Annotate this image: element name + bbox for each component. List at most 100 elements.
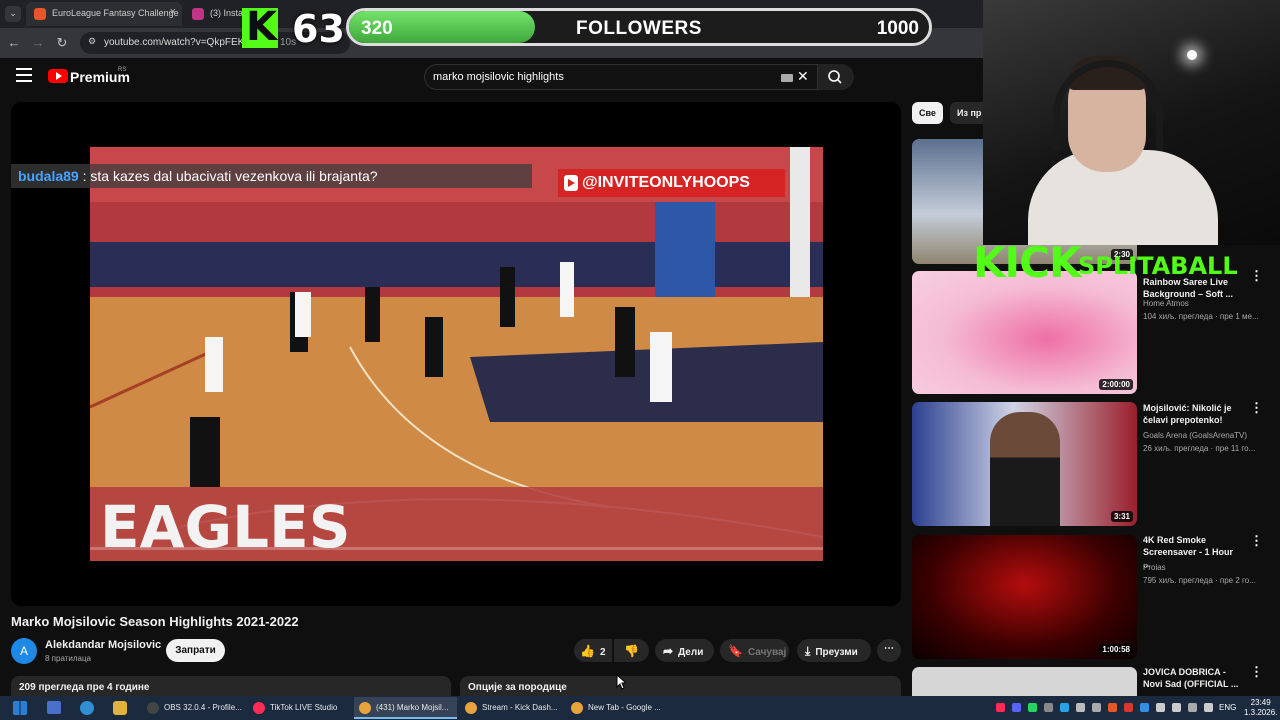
recommendation-meta: 104 хиљ. прегледа · пре 1 ме...	[1143, 312, 1259, 321]
more-vert-icon[interactable]: ⋮	[1250, 664, 1263, 680]
kick-logo: K	[246, 4, 277, 50]
more-vert-icon[interactable]: ⋮	[1250, 400, 1263, 416]
recommendation-thumbnail[interactable]: 1:00:58	[912, 535, 1137, 659]
recommendation-thumbnail[interactable]: 3:31	[912, 402, 1137, 526]
back-icon[interactable]: ←	[6, 35, 22, 50]
channel-name[interactable]: Alekdandar Mojsilovic	[45, 639, 161, 651]
battery-icon[interactable]	[1204, 703, 1213, 712]
tiktok-tray-icon[interactable]	[996, 703, 1005, 712]
taskbar-app-chrome-kick[interactable]: Stream - Kick Dash...	[460, 697, 563, 719]
windows-logo-icon	[13, 701, 27, 715]
clock[interactable]: 23:49 1.3.2026.	[1244, 698, 1277, 718]
explorer-icon[interactable]	[47, 701, 61, 714]
steam-tray-icon[interactable]	[1044, 703, 1053, 712]
chrome-icon	[359, 702, 371, 714]
close-icon[interactable]: ×	[170, 6, 176, 18]
more-vert-icon[interactable]: ⋮	[1250, 533, 1263, 549]
followers-current: 320	[361, 18, 393, 39]
discord-tray-icon[interactable]	[1012, 703, 1021, 712]
channel-avatar[interactable]: A	[11, 638, 37, 664]
share-button[interactable]: ➦ Дели	[655, 639, 714, 662]
family-options-box[interactable]: Опције за породице	[460, 676, 901, 696]
video-frame[interactable]: EAGLES	[90, 147, 823, 561]
video-duration: 2:00:00	[1099, 379, 1133, 390]
mouse-cursor-icon	[616, 674, 626, 690]
kick-viewer-count: 63	[292, 7, 345, 51]
filter-chips: Све Из пр	[912, 102, 989, 126]
like-button[interactable]: 👍 2	[574, 639, 612, 662]
search-input[interactable]	[433, 71, 763, 83]
ceiling-light	[1187, 50, 1197, 60]
recommendation-channel[interactable]: Proias	[1143, 563, 1166, 572]
keyboard-icon[interactable]	[781, 74, 793, 82]
settings-tray-icon[interactable]	[1092, 703, 1101, 712]
browser-tab[interactable]: EuroLeague Fantasy Challenge ×	[26, 2, 182, 26]
bluetooth-tray-icon[interactable]	[1140, 703, 1149, 712]
search-button[interactable]	[818, 64, 854, 90]
more-actions-button[interactable]: ⋯	[877, 639, 901, 662]
recommendation-meta: 795 хиљ. прегледа · пре 2 го...	[1143, 576, 1256, 585]
site-info-icon[interactable]: ⚙	[88, 36, 96, 47]
taskbar-app-chrome-youtube[interactable]: (431) Marko Mojsil...	[354, 697, 457, 719]
video-duration: 3:31	[1110, 511, 1133, 522]
youtube-header: Premium RS ✕	[0, 58, 983, 98]
tiktok-icon	[253, 702, 265, 714]
obs-icon	[147, 702, 159, 714]
search-box: ✕	[424, 64, 818, 90]
volume-icon[interactable]	[1172, 703, 1181, 712]
hamburger-menu-icon[interactable]	[16, 68, 32, 82]
video-player[interactable]: EAGLES budala89 : sta kazes dal ubacivat…	[11, 102, 901, 606]
reload-icon[interactable]: ↻	[54, 35, 70, 51]
subscribe-button[interactable]: Запрати	[166, 639, 225, 662]
recommendation-channel[interactable]: Home Atmos	[1143, 299, 1189, 308]
taskbar-app-label: TikTok LIVE Studio	[270, 703, 338, 712]
forward-icon[interactable]: →	[30, 35, 46, 50]
taskbar-app-obs[interactable]: OBS 32.0.4 - Profile...	[142, 697, 245, 719]
region-code: RS	[118, 67, 127, 73]
windows-taskbar: OBS 32.0.4 - Profile... TikTok LIVE Stud…	[0, 696, 1280, 720]
input-language[interactable]: ENG	[1219, 703, 1236, 712]
recommendation-title[interactable]: JOVICA DOBRICA - Novi Sad (OFFICIAL ...	[1143, 666, 1243, 690]
app-tray-icon[interactable]	[1124, 703, 1133, 712]
browser-tab[interactable]: (3) Instagr	[184, 2, 242, 26]
chevron-down-icon: ⌄	[9, 8, 17, 18]
edge-icon[interactable]	[80, 701, 94, 715]
save-button[interactable]: 🔖 Сачувај	[720, 639, 789, 662]
chip-all[interactable]: Све	[912, 102, 943, 124]
chrome-icon	[571, 702, 583, 714]
more-vert-icon[interactable]: ⋮	[1250, 268, 1263, 284]
youtube-logo-icon[interactable]	[48, 69, 68, 83]
keyboard-tray-icon[interactable]	[1188, 703, 1197, 712]
taskbar-app-label: Stream - Kick Dash...	[482, 703, 558, 712]
network-tray-icon[interactable]	[1156, 703, 1165, 712]
dislike-button[interactable]: 👎	[614, 639, 649, 662]
taskbar-app-tiktok[interactable]: TikTok LIVE Studio	[248, 697, 351, 719]
press-conference-figure	[990, 412, 1060, 526]
taskbar-app-chrome-newtab[interactable]: New Tab - Google ...	[566, 697, 669, 719]
download-icon: ⤓	[805, 644, 811, 658]
recommendation-meta: 26 хиљ. прегледа · пре 11 го...	[1143, 444, 1256, 453]
basketball-court-scene: EAGLES	[90, 147, 823, 561]
cloud-tray-icon[interactable]	[1076, 703, 1085, 712]
recommendation-thumbnail[interactable]: 2:00:00	[912, 271, 1137, 394]
video-duration: 1:00:58	[1099, 644, 1133, 655]
chat-text: : sta kazes dal ubacivati vezenkova ili …	[78, 168, 378, 184]
warning-app-icon[interactable]	[113, 701, 127, 715]
instagram-favicon	[192, 8, 204, 20]
start-button[interactable]	[5, 698, 33, 718]
telegram-tray-icon[interactable]	[1060, 703, 1069, 712]
app-tray-icon[interactable]	[1108, 703, 1117, 712]
recommendation-title[interactable]: Mojsilović: Nikolić je čelavi prepotenko…	[1143, 402, 1243, 426]
video-progress-bar[interactable]	[90, 547, 823, 550]
description-box[interactable]: 209 прегледа пре 4 године	[11, 676, 451, 696]
recommendation-thumbnail[interactable]	[912, 667, 1137, 696]
clear-search-icon[interactable]: ✕	[797, 68, 809, 85]
recommendation-channel[interactable]: Goals Arena (GoalsArenaTV)	[1143, 431, 1247, 440]
subscriber-count: 8 пратилаца	[45, 654, 92, 663]
tab-list-button[interactable]: ⌄	[5, 6, 21, 22]
download-button[interactable]: ⤓ Преузми	[797, 639, 871, 662]
share-icon: ➦	[663, 644, 674, 658]
search-icon	[828, 70, 842, 84]
whatsapp-tray-icon[interactable]	[1028, 703, 1037, 712]
taskbar-app-label: New Tab - Google ...	[588, 703, 661, 712]
